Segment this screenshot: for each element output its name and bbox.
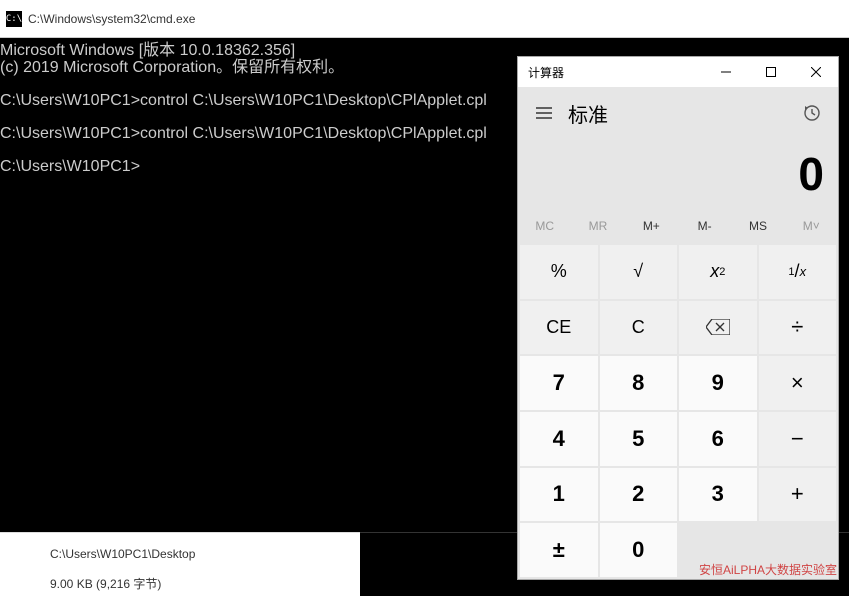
backspace-button[interactable] bbox=[679, 301, 757, 355]
clear-entry-button[interactable]: CE bbox=[520, 301, 598, 355]
cmd-titlebar[interactable]: C:\ C:\Windows\system32\cmd.exe bbox=[0, 0, 849, 38]
percent-button[interactable]: % bbox=[520, 245, 598, 299]
square-base: x bbox=[710, 261, 719, 282]
sqrt-button[interactable]: √ bbox=[600, 245, 678, 299]
reciprocal-button[interactable]: 1/x bbox=[759, 245, 837, 299]
history-button[interactable] bbox=[796, 97, 828, 129]
digit-6-button[interactable]: 6 bbox=[679, 412, 757, 466]
menu-button[interactable] bbox=[528, 97, 560, 129]
cmd-icon: C:\ bbox=[6, 11, 22, 27]
digit-0-button[interactable]: 0 bbox=[600, 523, 678, 577]
divide-button[interactable]: ÷ bbox=[759, 301, 837, 355]
calc-keypad: % √ x2 1/x CE C ÷ 7 8 9 × 4 5 6 − 1 2 3 … bbox=[518, 243, 838, 579]
memory-view-button[interactable]: M˅ bbox=[785, 209, 838, 243]
square-button[interactable]: x2 bbox=[679, 245, 757, 299]
cmd-line: C:\Users\W10PC1>control C:\Users\W10PC1\… bbox=[0, 125, 487, 142]
cmd-prompt: C:\Users\W10PC1> bbox=[0, 158, 140, 175]
multiply-button[interactable]: × bbox=[759, 356, 837, 410]
calc-display: 0 bbox=[518, 139, 838, 209]
digit-7-button[interactable]: 7 bbox=[520, 356, 598, 410]
memory-recall-button[interactable]: MR bbox=[571, 209, 624, 243]
explorer-size: 9.00 KB (9,216 字节) bbox=[50, 575, 360, 592]
calc-mode-label: 标准 bbox=[568, 99, 796, 128]
calc-window-controls bbox=[703, 57, 838, 87]
digit-9-button[interactable]: 9 bbox=[679, 356, 757, 410]
recip-num: 1 bbox=[788, 266, 794, 278]
calculator-window: 计算器 标准 0 MC MR M+ M- MS M˅ % √ x2 1/x CE… bbox=[517, 56, 839, 580]
digit-1-button[interactable]: 1 bbox=[520, 468, 598, 522]
add-button[interactable]: + bbox=[759, 468, 837, 522]
minimize-button[interactable] bbox=[703, 57, 748, 87]
digit-4-button[interactable]: 4 bbox=[520, 412, 598, 466]
calc-header: 标准 bbox=[518, 87, 838, 139]
calc-titlebar[interactable]: 计算器 bbox=[518, 57, 838, 87]
digit-3-button[interactable]: 3 bbox=[679, 468, 757, 522]
cmd-line: (c) 2019 Microsoft Corporation。保留所有权利。 bbox=[0, 59, 344, 76]
cmd-line: Microsoft Windows [版本 10.0.18362.356] bbox=[0, 42, 295, 59]
clear-button[interactable]: C bbox=[600, 301, 678, 355]
square-exponent: 2 bbox=[719, 266, 725, 278]
calc-title: 计算器 bbox=[528, 64, 703, 81]
memory-subtract-button[interactable]: M- bbox=[678, 209, 731, 243]
digit-2-button[interactable]: 2 bbox=[600, 468, 678, 522]
digit-8-button[interactable]: 8 bbox=[600, 356, 678, 410]
memory-clear-button[interactable]: MC bbox=[518, 209, 571, 243]
close-button[interactable] bbox=[793, 57, 838, 87]
digit-5-button[interactable]: 5 bbox=[600, 412, 678, 466]
subtract-button[interactable]: − bbox=[759, 412, 837, 466]
explorer-path: C:\Users\W10PC1\Desktop bbox=[50, 547, 360, 561]
explorer-properties: C:\Users\W10PC1\Desktop 9.00 KB (9,216 字… bbox=[0, 532, 360, 596]
cmd-line: C:\Users\W10PC1>control C:\Users\W10PC1\… bbox=[0, 92, 487, 109]
calc-memory-row: MC MR M+ M- MS M˅ bbox=[518, 209, 838, 243]
maximize-button[interactable] bbox=[748, 57, 793, 87]
memory-store-button[interactable]: MS bbox=[731, 209, 784, 243]
negate-button[interactable]: ± bbox=[520, 523, 598, 577]
cmd-title: C:\Windows\system32\cmd.exe bbox=[28, 12, 195, 26]
recip-den: x bbox=[800, 264, 807, 279]
memory-add-button[interactable]: M+ bbox=[625, 209, 678, 243]
